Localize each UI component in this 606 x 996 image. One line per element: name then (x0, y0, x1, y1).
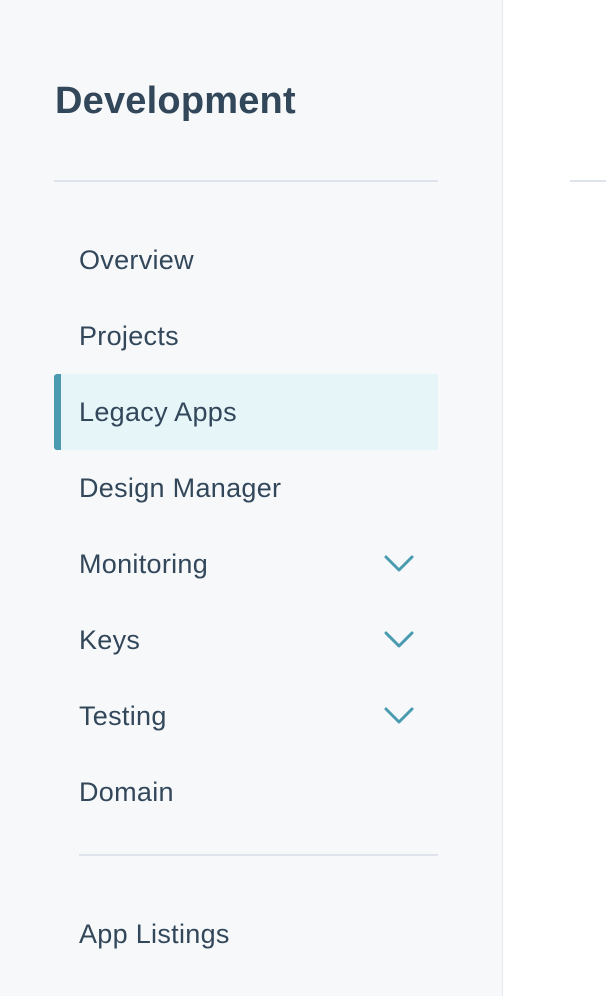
sidebar-title: Development (55, 80, 296, 122)
sidebar-item-label: Projects (79, 320, 179, 351)
sidebar-item-monitoring[interactable]: Monitoring (54, 526, 438, 602)
sidebar-item-design-manager[interactable]: Design Manager (54, 450, 438, 526)
chevron-down-icon[interactable] (384, 707, 414, 725)
sidebar-item-label: App Listings (79, 918, 230, 949)
chevron-down-icon[interactable] (384, 555, 414, 573)
sidebar-item-projects[interactable]: Projects (54, 298, 438, 374)
sidebar-divider-bottom (79, 854, 438, 856)
sidebar-nav: Development Overview Projects Legacy App… (0, 0, 503, 996)
chevron-down-icon[interactable] (384, 631, 414, 649)
sidebar-item-label: Overview (79, 244, 194, 275)
sidebar-divider-top (54, 180, 438, 182)
page: Development Overview Projects Legacy App… (0, 0, 606, 996)
sidebar-item-legacy-apps[interactable]: Legacy Apps (54, 374, 438, 450)
sidebar-item-keys[interactable]: Keys (54, 602, 438, 678)
sidebar-item-overview[interactable]: Overview (54, 222, 438, 298)
sidebar-nav-list: Overview Projects Legacy Apps Design Man… (54, 222, 438, 830)
sidebar-item-label: Design Manager (79, 472, 282, 503)
sidebar-item-app-listings[interactable]: App Listings (54, 896, 438, 972)
sidebar-item-label: Monitoring (79, 548, 209, 579)
main-content (503, 0, 606, 996)
sidebar-item-label: Keys (79, 624, 141, 655)
sidebar-item-label: Legacy Apps (79, 396, 237, 427)
sidebar-item-domain[interactable]: Domain (54, 754, 438, 830)
sidebar-item-testing[interactable]: Testing (54, 678, 438, 754)
sidebar-item-label: Domain (79, 776, 174, 807)
main-divider (570, 180, 606, 182)
sidebar-item-label: Testing (79, 700, 167, 731)
